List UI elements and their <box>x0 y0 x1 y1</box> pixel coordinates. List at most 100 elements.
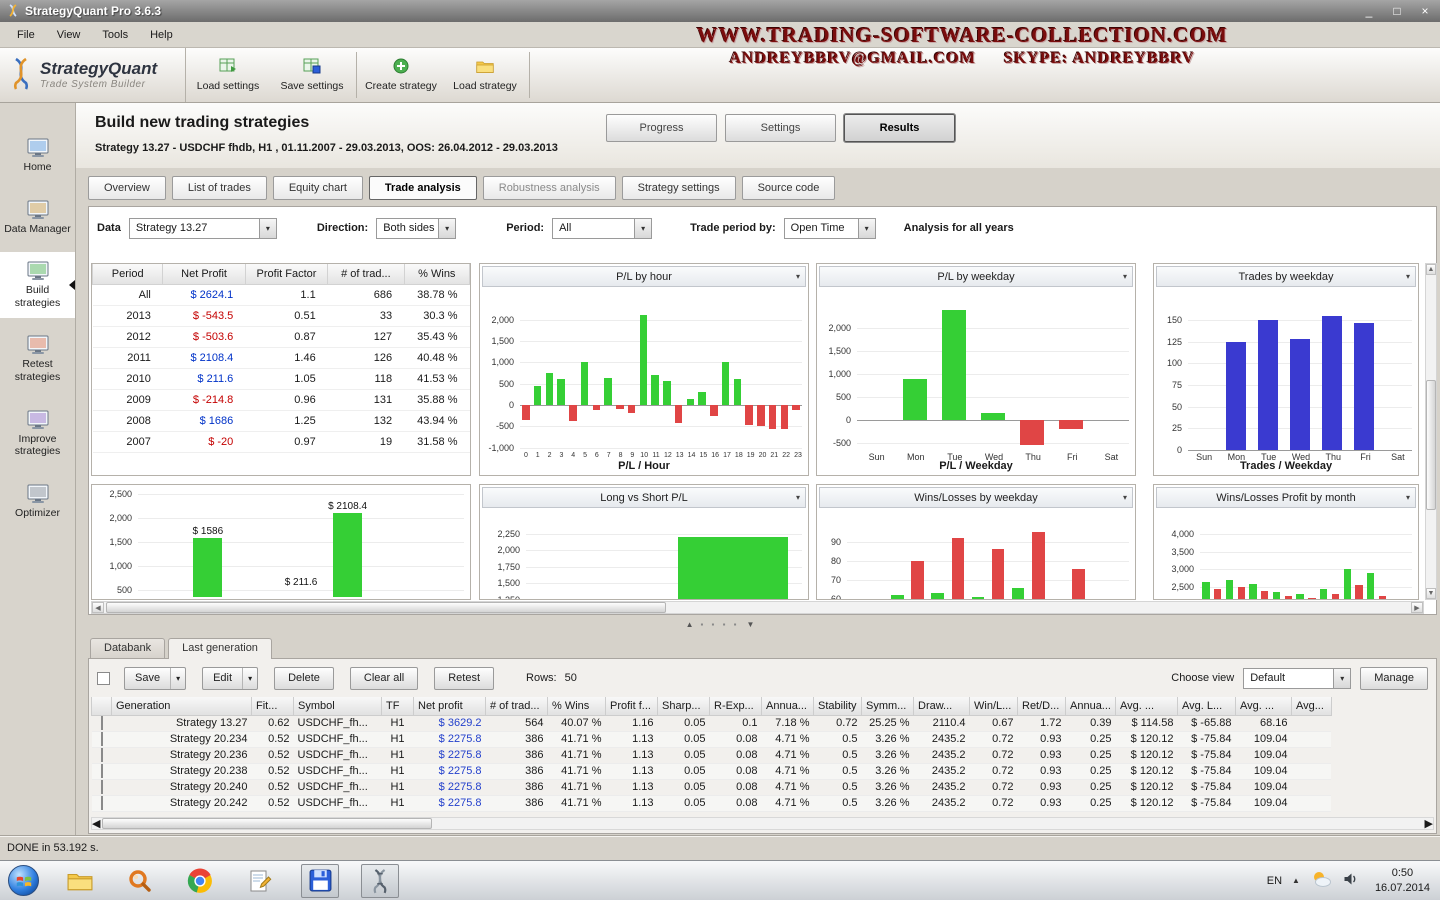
sidebar-item-optimizer[interactable]: Optimizer <box>0 475 75 529</box>
taskbar-editor-icon[interactable] <box>241 864 279 898</box>
select-all-checkbox[interactable] <box>97 672 110 685</box>
table-row[interactable]: Strategy 20.2380.52USDCHF_fh...H1$ 2275.… <box>92 763 1332 779</box>
column-header-annua[interactable]: Annua... <box>1066 697 1116 715</box>
sidebar-item-retest-strategies[interactable]: Retest strategies <box>0 326 75 392</box>
collapse-up-icon[interactable]: ▲ <box>686 620 694 629</box>
databank-tab-databank[interactable]: Databank <box>90 638 165 659</box>
tab-list-of-trades[interactable]: List of trades <box>172 176 267 200</box>
maximize-button[interactable]: □ <box>1388 4 1406 18</box>
view-combo[interactable]: Default▾ <box>1243 668 1351 689</box>
column-header-annua[interactable]: Annua... <box>762 697 814 715</box>
column-header-net-profit[interactable]: Net Profit <box>163 264 245 284</box>
settings-button[interactable]: Settings <box>725 114 836 142</box>
taskbar-folder-icon[interactable] <box>61 864 99 898</box>
scroll-down-icon[interactable]: ▼ <box>1426 588 1436 599</box>
chart-selector-wins-losses-profit-by-month[interactable]: Wins/Losses Profit by month▾ <box>1156 487 1416 508</box>
chart-selector-long-vs-short[interactable]: Long vs Short P/L▾ <box>482 487 806 508</box>
menu-item-view[interactable]: View <box>46 25 92 45</box>
manage-button[interactable]: Manage <box>1360 667 1428 690</box>
period-combo[interactable]: All▾ <box>552 218 652 239</box>
column-header-net-profit[interactable]: Net profit <box>414 697 486 715</box>
sidebar-item-build-strategies[interactable]: Build strategies <box>0 252 75 318</box>
charts-vertical-scrollbar[interactable]: ▲ ▼ <box>1425 263 1437 600</box>
toolbar-button-save-settings[interactable]: Save settings <box>270 48 354 102</box>
table-row[interactable]: Strategy 20.2340.52USDCHF_fh...H1$ 2275.… <box>92 731 1332 747</box>
menu-item-file[interactable]: File <box>6 25 46 45</box>
chart-selector-trades-by-weekday[interactable]: Trades by weekday▾ <box>1156 266 1416 287</box>
progress-button[interactable]: Progress <box>606 114 717 142</box>
clear-all-button[interactable]: Clear all <box>350 667 418 690</box>
sidebar-item-home[interactable]: Home <box>0 129 75 183</box>
column-header-avg[interactable]: Avg... <box>1291 697 1331 715</box>
column-header-draw[interactable]: Draw... <box>914 697 970 715</box>
toolbar-button-load-settings[interactable]: Load settings <box>186 48 270 102</box>
column-header-ret-d[interactable]: Ret/D... <box>1018 697 1066 715</box>
chevron-down-icon[interactable]: ▾ <box>438 219 455 238</box>
taskbar-strategyquant-icon[interactable] <box>361 864 399 898</box>
column-header-tf[interactable]: TF <box>382 697 414 715</box>
column-header-of-trad[interactable]: # of trad... <box>486 697 548 715</box>
column-header-avg-l[interactable]: Avg. L... <box>1177 697 1235 715</box>
splitter-control[interactable]: ▲ ▪ ▪ ▪ ▪ ▼ <box>686 620 755 629</box>
column-header-period[interactable]: Period <box>93 264 163 284</box>
delete-button[interactable]: Delete <box>274 667 334 690</box>
databank-tab-last-generation[interactable]: Last generation <box>168 638 272 659</box>
scroll-left-icon[interactable]: ◀ <box>92 602 104 613</box>
row-checkbox[interactable] <box>101 748 103 762</box>
databank-horizontal-scrollbar[interactable]: ◀ ▶ <box>91 817 1434 830</box>
column-header-wins[interactable]: % Wins <box>548 697 606 715</box>
scrollbar-thumb[interactable] <box>106 602 666 613</box>
row-checkbox[interactable] <box>101 764 103 778</box>
tab-equity-chart[interactable]: Equity chart <box>273 176 363 200</box>
toolbar-button-load-strategy[interactable]: Load strategy <box>443 48 527 102</box>
start-button[interactable] <box>8 865 39 896</box>
tray-weather-icon[interactable] <box>1310 870 1332 891</box>
chart-selector-pl-by-hour[interactable]: P/L by hour▾ <box>482 266 806 287</box>
chevron-down-icon[interactable]: ▾ <box>170 668 185 689</box>
row-checkbox[interactable] <box>101 716 103 730</box>
charts-horizontal-scrollbar[interactable]: ◀ ▶ <box>91 601 1424 614</box>
edit-button[interactable]: Edit▾ <box>202 667 258 690</box>
column-header-sharp[interactable]: Sharp... <box>658 697 710 715</box>
close-button[interactable]: × <box>1416 4 1434 18</box>
tab-robustness-analysis[interactable]: Robustness analysis <box>483 176 616 200</box>
column-header-profit-f[interactable]: Profit f... <box>606 697 658 715</box>
column-header-symm[interactable]: Symm... <box>862 697 914 715</box>
column-header-symbol[interactable]: Symbol <box>294 697 382 715</box>
column-header-generation[interactable]: Generation <box>112 697 252 715</box>
scroll-left-icon[interactable]: ◀ <box>92 817 100 830</box>
scroll-up-icon[interactable]: ▲ <box>1426 264 1436 275</box>
column-header-fit[interactable]: Fit... <box>252 697 294 715</box>
column-header-wins[interactable]: % Wins <box>404 264 469 284</box>
data-combo[interactable]: Strategy 13.27▾ <box>129 218 277 239</box>
sidebar-item-data-manager[interactable]: Data Manager <box>0 191 75 245</box>
chart-selector-pl-by-weekday[interactable]: P/L by weekday▾ <box>819 266 1133 287</box>
column-header-win-l[interactable]: Win/L... <box>970 697 1018 715</box>
sidebar-item-improve-strategies[interactable]: Improve strategies <box>0 401 75 467</box>
tab-source-code[interactable]: Source code <box>742 176 836 200</box>
scrollbar-thumb[interactable] <box>102 818 432 829</box>
taskbar-save-app-icon[interactable] <box>301 864 339 898</box>
table-row[interactable]: Strategy 20.2360.52USDCHF_fh...H1$ 2275.… <box>92 747 1332 763</box>
taskbar-chrome-icon[interactable] <box>181 864 219 898</box>
column-header-avg[interactable]: Avg. ... <box>1115 697 1177 715</box>
tab-strategy-settings[interactable]: Strategy settings <box>622 176 736 200</box>
chevron-down-icon[interactable]: ▾ <box>858 219 875 238</box>
results-button[interactable]: Results <box>844 114 955 142</box>
tray-volume-icon[interactable] <box>1342 871 1359 890</box>
row-checkbox[interactable] <box>101 796 103 810</box>
scroll-right-icon[interactable]: ▶ <box>1425 817 1433 830</box>
menu-item-help[interactable]: Help <box>139 25 184 45</box>
tray-language[interactable]: EN <box>1267 875 1282 887</box>
column-header-avg[interactable]: Avg. ... <box>1235 697 1291 715</box>
tray-clock[interactable]: 0:50 16.07.2014 <box>1369 866 1430 895</box>
tab-trade-analysis[interactable]: Trade analysis <box>369 176 477 200</box>
splitter-grip[interactable]: ▪ ▪ ▪ ▪ <box>700 620 739 629</box>
save-button[interactable]: Save▾ <box>124 667 186 690</box>
taskbar-search-icon[interactable] <box>121 864 159 898</box>
chevron-down-icon[interactable]: ▾ <box>634 219 651 238</box>
menu-item-tools[interactable]: Tools <box>91 25 139 45</box>
table-row[interactable]: Strategy 20.2400.52USDCHF_fh...H1$ 2275.… <box>92 779 1332 795</box>
column-header-of-trad[interactable]: # of trad... <box>328 264 404 284</box>
toolbar-button-create-strategy[interactable]: Create strategy <box>359 48 443 102</box>
